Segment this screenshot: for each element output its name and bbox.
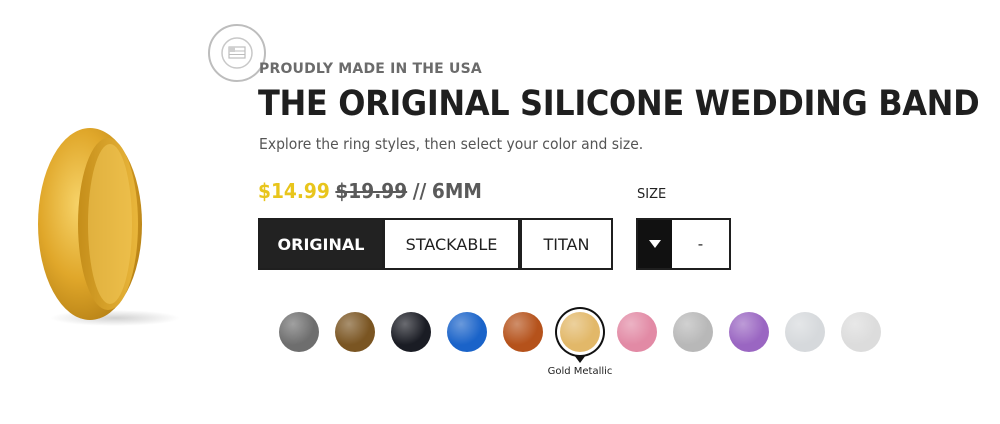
swatch-chrome[interactable] — [785, 312, 825, 352]
style-stackable-button[interactable]: STACKABLE — [383, 218, 520, 270]
swatch-white[interactable] — [841, 312, 881, 352]
swatch-black[interactable] — [391, 312, 431, 352]
original-price: $19.99 — [335, 179, 408, 203]
swatch-blue[interactable] — [447, 312, 487, 352]
sale-price: $14.99 — [258, 179, 330, 203]
swatch-pink[interactable] — [617, 312, 657, 352]
price-row: $14.99 $19.99//6MM — [258, 179, 482, 203]
swatch-gunmetal[interactable] — [279, 312, 319, 352]
product-title: THE ORIGINAL SILICONE WEDDING BAND — [258, 84, 980, 124]
size-label: SIZE — [637, 187, 667, 202]
size-value: - — [697, 235, 704, 253]
swatch-copper[interactable] — [503, 312, 543, 352]
selected-color-name: Gold Metallic — [547, 366, 613, 377]
product-subtitle: Explore the ring styles, then select you… — [259, 135, 644, 153]
swatch-purple[interactable] — [729, 312, 769, 352]
size-select[interactable]: - — [636, 218, 731, 270]
product-ring-image — [30, 128, 180, 328]
swatch-silver[interactable] — [673, 312, 713, 352]
swatch-bronze[interactable] — [335, 312, 375, 352]
saferingz-usa-badge — [207, 23, 267, 83]
price-separator: // — [412, 179, 427, 203]
style-titan-button[interactable]: TITAN — [520, 218, 613, 270]
selected-swatch-pointer — [574, 355, 586, 363]
chevron-down-icon[interactable] — [638, 220, 672, 268]
ring-width: 6MM — [431, 179, 482, 203]
made-in-usa-eyebrow: PROUDLY MADE IN THE USA — [259, 61, 482, 77]
swatch-gold-metallic[interactable] — [560, 312, 600, 352]
ring-style-selector: ORIGINAL STACKABLE TITAN — [258, 218, 613, 270]
style-original-button[interactable]: ORIGINAL — [258, 218, 384, 270]
